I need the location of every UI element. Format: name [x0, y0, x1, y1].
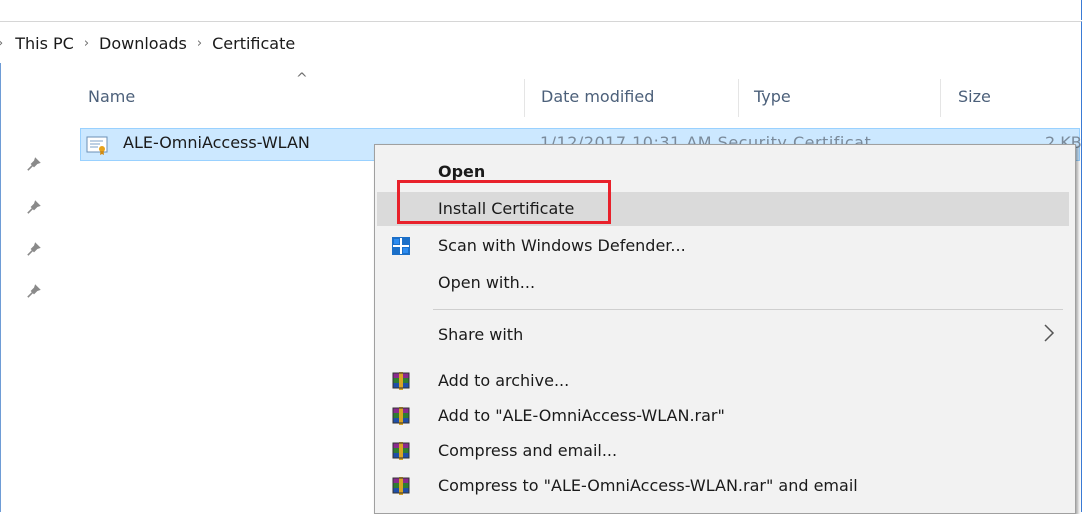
column-header-date-modified[interactable]: Date modified	[541, 87, 654, 106]
file-name[interactable]: ALE-OmniAccess-WLAN	[123, 133, 310, 152]
menu-item-label: Compress and email...	[438, 441, 618, 460]
pin-icon[interactable]	[25, 155, 43, 173]
menu-item-compress-to-rar-and-email[interactable]: Compress to "ALE-OmniAccess-WLAN.rar" an…	[377, 469, 1069, 503]
column-header-name[interactable]: Name	[88, 87, 135, 106]
breadcrumb-this-pc[interactable]: This PC	[15, 34, 74, 53]
column-header-type[interactable]: Type	[754, 87, 791, 106]
window-top-edge	[0, 0, 1082, 20]
menu-item-label: Open	[438, 162, 486, 181]
pin-icon[interactable]	[25, 198, 43, 216]
column-separator[interactable]	[524, 79, 525, 117]
address-bar[interactable]: › This PC › Downloads › Certificate	[0, 21, 1082, 65]
menu-item-share-with[interactable]: Share with	[377, 318, 1069, 352]
winrar-icon	[392, 442, 410, 460]
windows-defender-shield-icon	[392, 237, 410, 255]
column-separator[interactable]	[738, 79, 739, 117]
breadcrumb-chevron-icon[interactable]: ›	[197, 36, 202, 51]
column-separator[interactable]	[940, 79, 941, 117]
menu-item-label: Share with	[438, 325, 524, 344]
winrar-icon	[392, 407, 410, 425]
menu-item-compress-and-email[interactable]: Compress and email...	[377, 434, 1069, 468]
menu-item-scan-windows-defender[interactable]: Scan with Windows Defender...	[377, 229, 1069, 263]
pin-icon[interactable]	[25, 282, 43, 300]
breadcrumb-chevron-icon[interactable]: ›	[84, 36, 89, 51]
submenu-chevron-right-icon	[1044, 324, 1055, 342]
pin-icon[interactable]	[25, 240, 43, 258]
certificate-file-icon	[86, 136, 108, 155]
menu-item-add-to-rar[interactable]: Add to "ALE-OmniAccess-WLAN.rar"	[377, 399, 1069, 433]
menu-item-add-to-archive[interactable]: Add to archive...	[377, 364, 1069, 398]
menu-item-open-with[interactable]: Open with...	[377, 266, 1069, 300]
sort-ascending-icon: ^	[296, 71, 308, 87]
menu-item-label: Scan with Windows Defender...	[438, 236, 686, 255]
column-header-size[interactable]: Size	[958, 87, 991, 106]
column-header-row: ^ Name Date modified Type Size	[0, 63, 1081, 123]
breadcrumb-certificate[interactable]: Certificate	[212, 34, 295, 53]
menu-item-label: Add to archive...	[438, 371, 570, 390]
menu-item-label: Add to "ALE-OmniAccess-WLAN.rar"	[438, 406, 725, 425]
menu-item-label: Open with...	[438, 273, 536, 292]
menu-item-label: Compress to "ALE-OmniAccess-WLAN.rar" an…	[438, 476, 858, 495]
winrar-icon	[392, 477, 410, 495]
window-left-border	[0, 63, 1, 512]
window-right-border	[1081, 63, 1082, 512]
breadcrumb-downloads[interactable]: Downloads	[99, 34, 187, 53]
winrar-icon	[392, 372, 410, 390]
annotation-highlight-box	[397, 180, 611, 224]
menu-separator	[433, 309, 1063, 310]
breadcrumb-expand-chevron-icon[interactable]: ›	[0, 36, 3, 51]
